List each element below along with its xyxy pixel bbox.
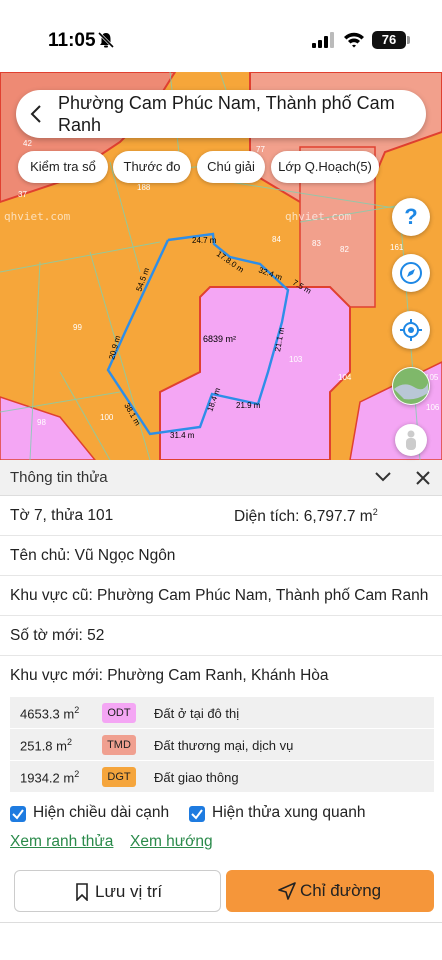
sheet-header: Thông tin thửa [0,460,442,496]
directions-label: Chỉ đường [300,881,382,900]
signal-icon [312,32,334,48]
bell-muted-icon [97,31,115,49]
edge-label-3: 32.4 m [257,265,283,282]
edge-lengths-label: Hiện chiều dài cạnh [33,804,170,821]
edge-label-2: 17.8.0 m [215,249,246,274]
land-use-code-badge: ODT [102,703,136,723]
land-use-area: 1934.2 m2 [20,769,80,786]
parcel-number: 161 [390,243,404,252]
land-use-row: 4653.3 m2 ODT Đất ở tại đô thị [10,697,434,729]
parcel-area: Diện tích: 6,797.7 m2 [234,507,378,526]
divider [0,922,442,923]
parcel-number: 188 [137,183,151,192]
new-sheet-row: Số tờ mới: 52 [0,616,442,656]
edge-label-10: 21.9 m [236,401,261,410]
parcel-number: 42 [23,139,32,148]
watermark: qhviet.com [4,210,71,223]
new-area-row: Khu vực mới: Phường Cam Ranh, Khánh Hòa [0,656,442,694]
check-title-chip[interactable]: Kiểm tra sổ [18,151,108,183]
map-layer-button[interactable] [392,367,430,405]
owner-row: Tên chủ: Vũ Ngọc Ngôn [0,536,442,576]
sheet-parcel-row: Tờ 7, thửa 101 Diện tích: 6,797.7 m2 [0,496,442,536]
satellite-layer-icon [393,368,429,404]
map-zone-odt-left [0,396,96,460]
battery-tip [407,36,410,44]
old-area: Khu vực cũ: Phường Cam Phúc Nam, Thành p… [10,587,429,604]
check-icon [12,809,24,820]
parcel-number: 100 [100,413,114,422]
neighbors-checkbox[interactable] [189,806,205,822]
sheet-title: Thông tin thửa [10,469,108,486]
parcel-number: 82 [340,245,349,254]
planning-layer-chip[interactable]: Lớp Q.Hoạch(5) [271,151,379,183]
area-unit-sup: 2 [372,507,378,517]
bookmark-icon [76,883,88,901]
owner-name: Tên chủ: Vũ Ngọc Ngôn [10,547,176,564]
check-icon [191,809,203,820]
land-use-area: 4653.3 m2 [20,705,80,722]
parcel-info-sheet: Thông tin thửa Tờ 7, thửa 101 Diện tích:… [0,460,442,960]
parcel-number: 98 [37,418,46,427]
pegman-icon [406,430,416,450]
land-use-description: Đất giao thông [154,770,239,785]
compass-icon [400,262,422,284]
legend-chip[interactable]: Chú giải [197,151,265,183]
neighbors-label: Hiện thửa xung quanh [212,804,366,821]
land-use-table: 4653.3 m2 ODT Đất ở tại đô thị 251.8 m2 … [10,697,434,793]
page-title: Phường Cam Phúc Nam, Thành phố Cam Ranh [58,93,395,135]
land-use-description: Đất thương mại, dịch vụ [154,738,294,753]
wifi-icon [344,32,364,48]
parcel-number: 99 [73,323,82,332]
edge-label-7: 38.1 m [122,402,142,428]
parcel-number: 83 [312,239,321,248]
land-use-description: Đất ở tại đô thị [154,706,240,721]
edge-label-1: 24.7 m [192,236,217,245]
new-sheet-number: Số tờ mới: 52 [10,627,105,644]
parcel-number: 84 [272,235,281,244]
battery-level: 76 [381,32,397,47]
status-time: 11:05 [48,30,96,51]
status-bar: 11:05 76 [0,0,442,72]
location-header: Phường Cam Phúc Nam, Thành phố Cam Ranh [16,90,426,138]
edge-label-8: 31.4 m [170,431,195,440]
watermark: qhviet.com [285,210,352,223]
locate-icon [400,319,422,341]
street-view-button[interactable] [395,424,427,456]
help-button[interactable]: ? [392,198,430,236]
battery-indicator: 76 [372,31,406,49]
close-icon[interactable] [416,471,430,485]
ruler-chip[interactable]: Thước đo [113,151,191,183]
help-icon: ? [404,204,418,229]
land-use-code-badge: TMD [102,735,136,755]
new-area: Khu vực mới: Phường Cam Ranh, Khánh Hòa [10,667,329,684]
parcel-area-value: Diện tích: 6,797.7 m [234,508,373,526]
sheet-parcel-number: Tờ 7, thửa 101 [10,507,114,524]
view-direction-link[interactable]: Xem hướng [130,833,213,851]
edge-lengths-checkbox[interactable] [10,806,26,822]
my-location-button[interactable] [392,311,430,349]
land-use-area: 251.8 m2 [20,737,72,754]
save-location-button[interactable]: Lưu vị trí [14,870,221,912]
back-arrow-icon[interactable] [30,104,42,124]
parcel-area-label: 6839 m² [203,334,236,344]
parcel-number: 37 [18,190,27,199]
land-use-row: 251.8 m2 TMD Đất thương mại, dịch vụ [10,729,434,761]
land-use-row: 1934.2 m2 DGT Đất giao thông [10,761,434,793]
chevron-down-icon[interactable] [374,470,392,484]
save-location-label: Lưu vị trí [95,882,163,901]
view-boundary-link[interactable]: Xem ranh thửa [10,833,113,851]
navigation-arrow-icon [278,882,296,900]
parcel-number: 104 [338,373,352,382]
old-area-row: Khu vực cũ: Phường Cam Phúc Nam, Thành p… [0,576,442,616]
directions-button[interactable]: Chỉ đường [226,870,434,912]
parcel-number: 103 [289,355,303,364]
land-use-code-badge: DGT [102,767,136,787]
compass-button[interactable] [392,254,430,292]
